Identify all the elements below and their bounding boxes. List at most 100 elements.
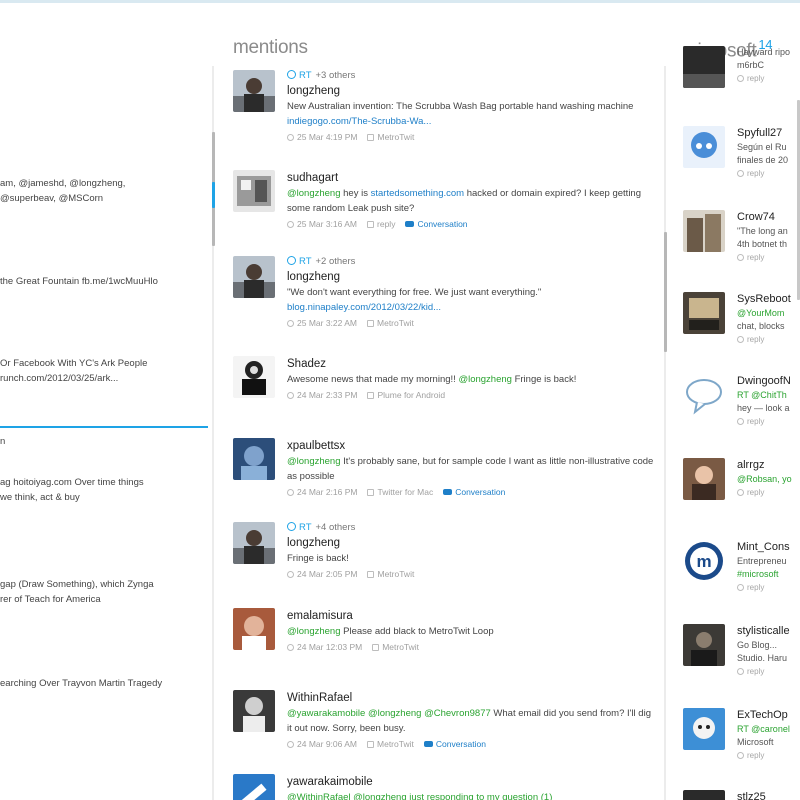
mention-link[interactable]: @WithinRafael @longzheng just responding… bbox=[287, 792, 552, 800]
user-avatar[interactable] bbox=[683, 624, 725, 666]
tweet-source[interactable]: Plume for Android bbox=[367, 390, 445, 400]
reply-icon bbox=[737, 336, 744, 343]
tweet-author[interactable]: xpaulbettsx bbox=[287, 438, 657, 454]
tweet-timestamp[interactable]: 25 Mar 3:22 AM bbox=[287, 318, 357, 328]
reply-link[interactable]: reply bbox=[747, 335, 764, 344]
user-avatar[interactable] bbox=[233, 690, 275, 732]
user-avatar[interactable] bbox=[233, 522, 275, 564]
tweet-author[interactable]: yawarakaimobile bbox=[287, 774, 657, 790]
mention-link[interactable]: @yawarakamobile bbox=[287, 708, 365, 719]
user-avatar[interactable] bbox=[233, 70, 275, 112]
tweet-author[interactable]: longzheng bbox=[287, 269, 657, 285]
tweet-meta: reply bbox=[737, 486, 800, 500]
mentions-column[interactable]: mentions RT +3 others longzheng New Austral… bbox=[218, 0, 665, 800]
left-tweet-text-fragment: we think, act & buy bbox=[0, 492, 80, 503]
tweet-author[interactable]: longzheng bbox=[287, 535, 657, 551]
retweet-tag: RT bbox=[299, 522, 312, 533]
url-link[interactable]: startedsomething.com bbox=[371, 188, 464, 199]
left-tweet-text-fragment: gap (Draw Something), which Zynga bbox=[0, 579, 154, 590]
mention-link[interactable]: @longzheng bbox=[287, 626, 341, 637]
tweet-timestamp[interactable]: 25 Mar 4:19 PM bbox=[287, 132, 357, 142]
tweet-text: Studio. Haru bbox=[737, 653, 788, 663]
user-avatar[interactable] bbox=[233, 774, 275, 800]
reply-link[interactable]: reply bbox=[747, 667, 764, 676]
tweet-author[interactable]: SysReboot bbox=[737, 292, 800, 307]
tweet-author[interactable]: alrrgz bbox=[737, 458, 800, 473]
tweet-source[interactable]: MetroTwit bbox=[367, 132, 414, 142]
user-avatar[interactable] bbox=[683, 458, 725, 500]
tweet-author[interactable]: longzheng bbox=[287, 83, 657, 99]
user-avatar[interactable] bbox=[683, 210, 725, 252]
tweet-body: WithinRafael @yawarakamobile @longzheng @… bbox=[287, 690, 657, 751]
user-avatar[interactable] bbox=[683, 374, 725, 416]
mention-link[interactable]: @longzheng bbox=[368, 708, 422, 719]
conversation-link[interactable]: Conversation bbox=[405, 219, 468, 229]
reply-link[interactable]: reply bbox=[747, 253, 764, 262]
user-avatar[interactable] bbox=[233, 170, 275, 212]
user-avatar[interactable] bbox=[233, 356, 275, 398]
tweet-text: @longzheng hey is startedsomething.com h… bbox=[287, 186, 657, 216]
tweet-author[interactable]: sudhagart bbox=[287, 170, 657, 186]
user-avatar[interactable] bbox=[683, 126, 725, 168]
tweet-meta: reply bbox=[737, 251, 800, 265]
reply-link[interactable]: reply bbox=[747, 751, 764, 760]
tweet-author[interactable]: DwingoofN bbox=[737, 374, 800, 389]
url-link[interactable]: indiegogo.com/The-Scrubba-Wa... bbox=[287, 116, 431, 127]
tweet-timestamp[interactable]: 24 Mar 9:06 AM bbox=[287, 739, 357, 749]
tweet-source[interactable]: MetroTwit bbox=[367, 569, 414, 579]
user-avatar[interactable] bbox=[233, 256, 275, 298]
user-avatar[interactable] bbox=[683, 708, 725, 750]
reply-link[interactable]: reply bbox=[747, 583, 764, 592]
user-avatar[interactable] bbox=[233, 608, 275, 650]
retweet-count[interactable]: +2 others bbox=[316, 256, 356, 267]
url-link[interactable]: blog.ninapaley.com/2012/03/22/kid... bbox=[287, 302, 441, 313]
tweet-author[interactable]: stylisticalle bbox=[737, 624, 800, 639]
tweet-author[interactable]: stlz25 bbox=[737, 790, 800, 800]
tweet-author[interactable]: ExTechOp bbox=[737, 708, 800, 723]
retweet-count[interactable]: +3 others bbox=[316, 70, 356, 81]
conversation-icon bbox=[423, 741, 433, 747]
tweet-text-segment: Awesome news that made my morning!! bbox=[287, 374, 459, 385]
reply-link[interactable]: reply bbox=[367, 219, 395, 229]
tweet-author[interactable]: WithinRafael bbox=[287, 690, 657, 706]
tweet-text: @Robsan, yo bbox=[737, 474, 792, 484]
microsoft-tweet-body: SysReboot @YourMom chat, blocks reply bbox=[737, 292, 800, 347]
tweet-timestamp[interactable]: 25 Mar 3:16 AM bbox=[287, 219, 357, 229]
tweet-source[interactable]: Twitter for Mac bbox=[367, 487, 433, 497]
tweet-author[interactable]: Crow74 bbox=[737, 210, 800, 225]
microsoft-column[interactable]: microsoft14 Hayward ripom6rbCreplySpyful… bbox=[668, 0, 800, 800]
user-avatar[interactable] bbox=[683, 790, 725, 800]
mention-link[interactable]: @longzheng bbox=[458, 374, 512, 385]
conversation-link[interactable]: Conversation bbox=[423, 739, 486, 749]
source-icon bbox=[367, 134, 375, 141]
tweet-author[interactable]: Spyfull27 bbox=[737, 126, 800, 141]
tweet-source[interactable]: MetroTwit bbox=[372, 642, 419, 652]
retweet-info: RT +3 others bbox=[287, 70, 657, 83]
tweet-timestamp[interactable]: 24 Mar 12:03 PM bbox=[287, 642, 362, 652]
tweet-source[interactable]: MetroTwit bbox=[367, 318, 414, 328]
user-avatar[interactable] bbox=[233, 438, 275, 480]
conversation-link[interactable]: Conversation bbox=[443, 487, 505, 497]
tweet-source[interactable]: MetroTwit bbox=[367, 739, 414, 749]
reply-link[interactable]: reply bbox=[747, 74, 764, 83]
tweet-timestamp[interactable]: 24 Mar 2:16 PM bbox=[287, 487, 357, 497]
microsoft-tweet-body: Hayward ripo m6rbC reply bbox=[737, 46, 800, 86]
user-avatar[interactable] bbox=[683, 46, 725, 88]
reply-link[interactable]: reply bbox=[747, 488, 764, 497]
mention-link[interactable]: @longzheng bbox=[287, 188, 341, 199]
mention-link[interactable]: @longzheng bbox=[287, 456, 341, 467]
tweet-author[interactable]: Mint_Cons bbox=[737, 540, 800, 555]
left-column[interactable]: am, @jameshd, @longzheng, @superbeav, @MS… bbox=[0, 0, 210, 800]
left-scrollbar-active[interactable] bbox=[212, 182, 215, 208]
tweet-timestamp[interactable]: 24 Mar 2:33 PM bbox=[287, 390, 357, 400]
user-avatar[interactable]: m bbox=[683, 540, 725, 582]
reply-link[interactable]: reply bbox=[747, 417, 764, 426]
tweet-author[interactable]: Shadez bbox=[287, 356, 657, 372]
mention-link[interactable]: @Chevron9877 bbox=[424, 708, 491, 719]
retweet-count[interactable]: +4 others bbox=[316, 522, 356, 533]
tweet-author[interactable]: emalamisura bbox=[287, 608, 657, 624]
reply-link[interactable]: reply bbox=[747, 169, 764, 178]
mentions-scrollbar[interactable] bbox=[664, 232, 667, 352]
user-avatar[interactable] bbox=[683, 292, 725, 334]
tweet-timestamp[interactable]: 24 Mar 2:05 PM bbox=[287, 569, 357, 579]
